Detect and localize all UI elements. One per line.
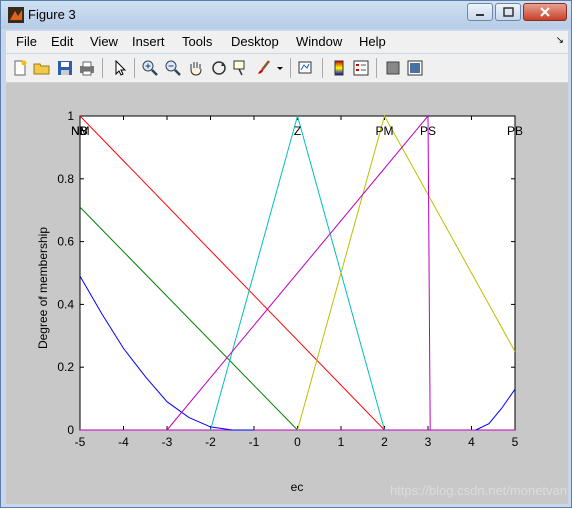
x-tick-label: -5 (75, 435, 86, 449)
x-tick-label: -1 (249, 435, 260, 449)
x-tick-label: 5 (512, 435, 519, 449)
x-tick-label: 4 (468, 435, 475, 449)
x-axis-label: ec (291, 480, 304, 494)
membership-function-chart[interactable]: -5 -4 -3 -2 -1 0 1 2 3 4 500.20.40.60.81 NBNMNS Z PM… (1, 1, 572, 509)
y-tick-label: 0.6 (57, 235, 74, 249)
mf-label-ps: PS (420, 124, 436, 138)
mf-label-pb: PB (507, 124, 523, 138)
x-tick-label: 2 (381, 435, 388, 449)
watermark-text: https://blog.csdn.net/monetvan (390, 483, 567, 498)
mf-label-pm: PM (376, 124, 394, 138)
x-tick-label: 3 (425, 435, 432, 449)
y-axis-label: Degree of membership (36, 227, 50, 349)
x-tick-label: 1 (338, 435, 345, 449)
x-tick-label: -3 (162, 435, 173, 449)
figure-window: Figure 3 File Edit View Insert Tools Des… (0, 0, 572, 508)
mf-label-ns: NS (71, 124, 88, 138)
x-tick-label: 0 (294, 435, 301, 449)
y-tick-label: 0 (67, 423, 74, 437)
mf-label-z: Z (294, 124, 301, 138)
y-tick-label: 1 (67, 109, 74, 123)
x-tick-label: -4 (118, 435, 129, 449)
y-tick-label: 0.8 (57, 172, 74, 186)
x-tick-label: -2 (205, 435, 216, 449)
y-tick-label: 0.2 (57, 360, 74, 374)
y-tick-label: 0.4 (57, 297, 74, 311)
